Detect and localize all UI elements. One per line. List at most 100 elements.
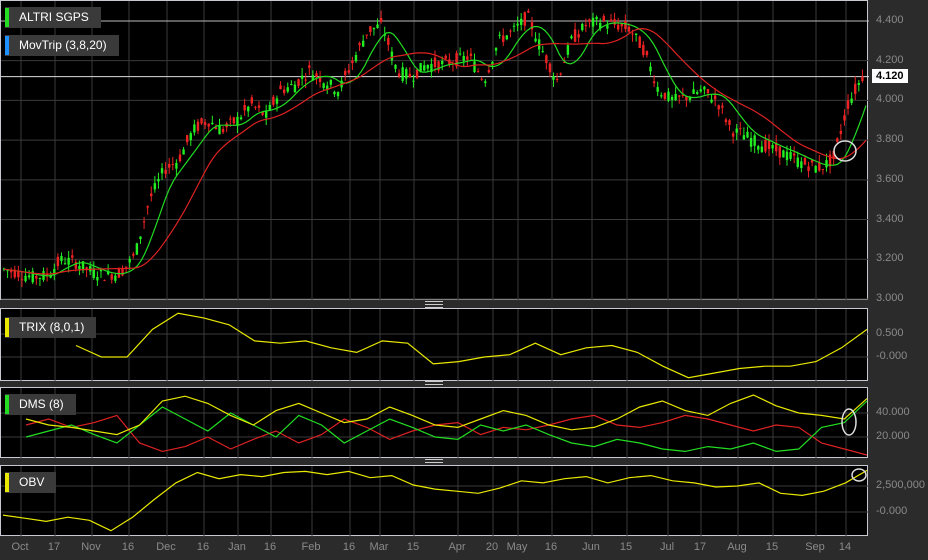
candle-body xyxy=(548,63,552,73)
candle-body xyxy=(279,85,282,90)
candle-body xyxy=(423,65,426,71)
obv-panel[interactable]: OBV xyxy=(0,465,869,537)
candle-body xyxy=(487,70,491,73)
trix-legend[interactable]: TRIX (8,0,1) xyxy=(5,317,97,338)
dms-label: DMS (8) xyxy=(19,397,64,411)
candle-body xyxy=(757,146,760,150)
price-chart xyxy=(1,1,869,301)
candle-body xyxy=(290,84,293,86)
candle-body xyxy=(706,89,710,94)
candle-body xyxy=(462,55,465,61)
candle-body xyxy=(236,116,239,126)
dms-tick-label: 40.000 xyxy=(876,406,910,418)
candle-body xyxy=(333,91,336,95)
candle-body xyxy=(484,81,487,83)
candle-body xyxy=(509,30,512,32)
candle-body xyxy=(142,221,146,223)
movtrip-legend[interactable]: MovTrip (3,8,20) xyxy=(5,35,119,56)
candle-body xyxy=(854,83,857,94)
x-tick-label: 17 xyxy=(693,541,707,553)
price-tick-label: 3.600 xyxy=(876,172,904,185)
candle-body xyxy=(480,78,483,80)
candle-body xyxy=(211,122,214,125)
x-tick-label: 16 xyxy=(196,541,210,553)
x-tick-label: Mar xyxy=(369,541,389,553)
candle-body xyxy=(850,98,853,103)
candle-body xyxy=(322,83,325,88)
candle-body xyxy=(229,118,232,120)
candle-body xyxy=(476,71,480,73)
price-tick-label: 3.400 xyxy=(876,212,904,225)
candle-body xyxy=(545,55,548,64)
candle-body xyxy=(760,146,764,153)
candle-body xyxy=(814,165,817,173)
candle-body xyxy=(110,274,113,280)
candle-body xyxy=(534,38,537,42)
dms-legend[interactable]: DMS (8) xyxy=(5,394,76,415)
candle-body xyxy=(300,75,304,79)
dms-panel[interactable]: DMS (8) xyxy=(0,387,869,459)
candle-body xyxy=(825,160,828,168)
minus-di-line xyxy=(25,414,868,456)
candle-body xyxy=(376,24,379,29)
x-tick-label: Oct xyxy=(11,541,29,553)
candle-body xyxy=(433,57,437,67)
candle-body xyxy=(728,120,731,125)
candle-body xyxy=(315,73,318,77)
x-tick-label: May xyxy=(506,541,528,553)
candle-body xyxy=(397,73,401,77)
obv-legend[interactable]: OBV xyxy=(5,472,57,493)
candle-body xyxy=(361,40,365,47)
candle-body xyxy=(358,43,361,46)
candle-body xyxy=(735,128,738,133)
candle-body xyxy=(150,193,153,197)
candle-body xyxy=(297,79,300,86)
x-tick-label: Aug xyxy=(727,541,747,553)
candle-body xyxy=(796,157,799,167)
x-tick-label: Feb xyxy=(301,541,321,553)
candle-body xyxy=(710,99,713,103)
candle-body xyxy=(494,47,498,51)
candle-body xyxy=(71,255,74,258)
candle-body xyxy=(843,115,846,121)
candle-body xyxy=(182,149,185,155)
candle-body xyxy=(171,163,175,165)
x-tick-label: 16 xyxy=(121,541,135,553)
candle-body xyxy=(652,81,656,84)
candle-body xyxy=(502,35,505,42)
candle-body xyxy=(247,106,250,112)
candle-body xyxy=(193,124,196,133)
trix-chart xyxy=(1,309,869,382)
candle-body xyxy=(67,257,70,265)
candle-body xyxy=(24,275,27,282)
candle-body xyxy=(286,87,289,92)
candle-body xyxy=(329,79,333,85)
candle-body xyxy=(541,51,544,53)
candle-body xyxy=(699,89,702,92)
candle-body xyxy=(520,18,523,25)
candle-body xyxy=(670,96,674,100)
x-tick-label: 16 xyxy=(342,541,356,553)
last-price-label: 4.120 xyxy=(872,69,908,83)
candle-body xyxy=(207,123,210,127)
candle-body xyxy=(132,253,135,256)
candle-body xyxy=(121,268,124,276)
trix-tick-label: 0.500 xyxy=(876,327,904,339)
dms-tick-label: 20.000 xyxy=(876,430,910,442)
trix-panel[interactable]: TRIX (8,0,1) xyxy=(0,308,869,382)
candle-body xyxy=(153,183,157,190)
candle-body xyxy=(473,61,476,73)
price-panel[interactable]: ALTRI SGPS MovTrip (3,8,20) xyxy=(0,0,869,301)
candle-body xyxy=(401,67,404,81)
candle-body xyxy=(164,169,167,174)
price-tick-label: 3.200 xyxy=(876,252,904,265)
candle-body xyxy=(308,65,311,68)
obv-tick-label: 2,500,000 xyxy=(876,479,925,491)
resize-handle-trix[interactable] xyxy=(425,301,443,308)
candle-body xyxy=(469,53,473,56)
obv-tick-label: -0.000 xyxy=(876,505,908,517)
symbol-legend[interactable]: ALTRI SGPS xyxy=(5,7,101,28)
candle-body xyxy=(160,168,164,174)
candle-body xyxy=(588,19,591,22)
candle-body xyxy=(753,135,756,146)
